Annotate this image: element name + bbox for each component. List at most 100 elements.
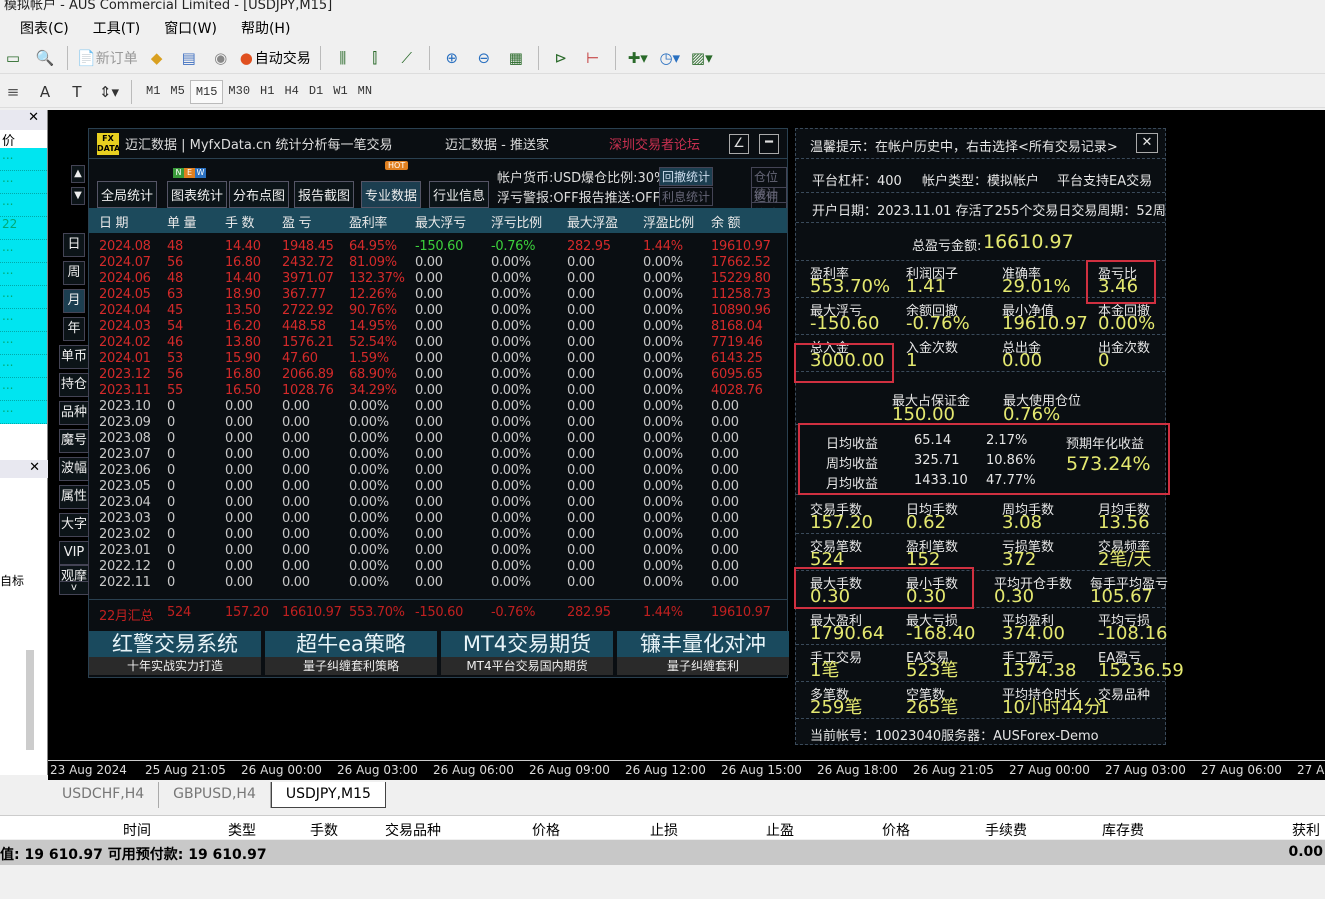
market-watch-row[interactable]: ... xyxy=(0,401,47,424)
column-header[interactable]: 浮亏比例 xyxy=(491,212,542,231)
terminal-column[interactable]: 止损 xyxy=(650,820,678,840)
candlestick-icon[interactable]: ⫿ xyxy=(362,45,388,71)
tab-global[interactable]: 全局统计 xyxy=(97,181,158,208)
column-header[interactable]: 余 额 xyxy=(711,212,741,231)
market-watch-row[interactable]: ... xyxy=(0,332,47,355)
minimize-icon[interactable]: ━ xyxy=(759,134,779,154)
side-button[interactable]: 月 xyxy=(63,289,85,313)
text-icon[interactable]: A xyxy=(32,79,58,105)
timeframe-d1[interactable]: D1 xyxy=(304,80,328,104)
terminal-column[interactable]: 手续费 xyxy=(985,820,1027,840)
side-button[interactable]: 品种 xyxy=(59,401,89,425)
timeframe-h4[interactable]: H4 xyxy=(279,80,303,104)
tab-report[interactable]: 报告截图 xyxy=(294,181,355,208)
side-button[interactable]: 大字 xyxy=(59,513,89,537)
timeframe-mn[interactable]: MN xyxy=(353,80,377,104)
menu-item[interactable]: 帮助(H) xyxy=(241,18,290,38)
tab-chart[interactable]: 图表统计 xyxy=(167,181,228,208)
periods-icon[interactable]: ◷▾ xyxy=(657,45,683,71)
side-button[interactable]: 年 xyxy=(63,317,85,341)
market-watch-row[interactable]: ... xyxy=(0,309,47,332)
close-icon[interactable]: ✕ xyxy=(1136,133,1158,153)
side-button[interactable]: 日 xyxy=(63,233,85,257)
signal-icon[interactable]: ◉ xyxy=(208,45,234,71)
side-button[interactable]: 周 xyxy=(63,261,85,285)
market-watch-row[interactable]: ... xyxy=(0,240,47,263)
timeframe-m30[interactable]: M30 xyxy=(223,80,255,104)
chart-shift-icon[interactable]: ⊳ xyxy=(548,45,574,71)
window-icon[interactable]: ▭ xyxy=(0,45,26,71)
side-button[interactable]: v xyxy=(59,581,89,595)
column-header[interactable]: 最大浮盈 xyxy=(567,212,618,231)
terminal-column[interactable]: 获利 xyxy=(1292,820,1320,840)
tab-industry[interactable]: 行业信息 xyxy=(429,181,490,208)
navigator-icon[interactable]: ◆ xyxy=(144,45,170,71)
close-icon[interactable]: ✕ xyxy=(0,460,48,478)
column-header[interactable]: 单 量 xyxy=(167,212,197,231)
column-header[interactable]: 日 期 xyxy=(99,212,129,231)
terminal-column[interactable]: 时间 xyxy=(123,820,151,840)
side-button[interactable]: 持仓 xyxy=(59,373,89,397)
bar-chart-icon[interactable]: ⫼ xyxy=(330,45,356,71)
market-watch-row[interactable]: ... xyxy=(0,263,47,286)
terminal-column[interactable]: 类型 xyxy=(228,820,256,840)
menu-item[interactable]: 工具(T) xyxy=(93,18,140,38)
menu-item[interactable]: 图表(C) xyxy=(20,18,69,38)
timeframe-w1[interactable]: W1 xyxy=(328,80,352,104)
tile-windows-icon[interactable]: ▦ xyxy=(503,45,529,71)
small-button-2[interactable]: 利息统计 xyxy=(659,187,714,206)
arrows-icon[interactable]: ⇕▾ xyxy=(96,79,122,105)
market-watch-row[interactable]: ... xyxy=(0,148,47,171)
column-header[interactable]: 盈 亏 xyxy=(282,212,312,231)
zoom-in-icon[interactable]: ⊕ xyxy=(439,45,465,71)
small-button-0[interactable]: 回撤统计 xyxy=(659,167,714,186)
column-header[interactable]: 浮盈比例 xyxy=(643,212,694,231)
tab-pro-data[interactable]: 专业数据 xyxy=(361,181,422,208)
timeframe-m1[interactable]: M1 xyxy=(141,80,165,104)
auto-scroll-icon[interactable]: ⊢ xyxy=(580,45,606,71)
forum-link[interactable]: 深圳交易者论坛 xyxy=(609,134,700,153)
column-header[interactable]: 盈利率 xyxy=(349,212,387,231)
ad-banner[interactable]: 超牛ea策略 量子纠缠套利策略 xyxy=(265,631,437,675)
terminal-column[interactable]: 手数 xyxy=(310,820,338,840)
chart-tab[interactable]: USDJPY,M15 xyxy=(270,782,386,808)
new-order-button[interactable]: 📄 新订单 xyxy=(77,45,138,71)
timeframe-h1[interactable]: H1 xyxy=(255,80,279,104)
line-chart-icon[interactable]: ⟋ xyxy=(394,45,420,71)
market-watch-row[interactable]: ... xyxy=(0,378,47,401)
market-watch-row[interactable]: ... xyxy=(0,171,47,194)
side-button[interactable]: 属性 xyxy=(59,485,89,509)
terminal-column[interactable]: 价格 xyxy=(532,820,560,840)
ad-banner[interactable]: 红警交易系统 十年实战实力打造 xyxy=(89,631,261,675)
market-watch-row[interactable]: ... xyxy=(0,355,47,378)
auto-trade-button[interactable]: ● 自动交易 xyxy=(240,45,311,71)
expand-icon[interactable]: ∠ xyxy=(729,134,749,154)
column-header[interactable]: 最大浮亏 xyxy=(415,212,466,231)
scrollbar[interactable] xyxy=(26,650,34,750)
side-button[interactable]: 魔号 xyxy=(59,429,89,453)
terminal-column[interactable]: 交易品种 xyxy=(385,820,441,840)
chart-tab[interactable]: GBPUSD,H4 xyxy=(159,782,271,808)
side-button[interactable]: VIP xyxy=(59,541,89,565)
tab-distribution[interactable]: 分布点图 xyxy=(229,181,290,208)
market-watch-row[interactable]: 22 xyxy=(0,217,47,240)
side-button[interactable]: 波幅 xyxy=(59,457,89,481)
market-watch-row[interactable]: ... xyxy=(0,194,47,217)
scroll-up-icon[interactable]: ▲ xyxy=(71,165,85,183)
market-watch-row[interactable]: ... xyxy=(0,286,47,309)
timeframe-m15[interactable]: M15 xyxy=(189,79,224,104)
text-label-icon[interactable]: T xyxy=(64,79,90,105)
side-button[interactable]: 单币 xyxy=(59,345,89,369)
zoom-window-icon[interactable]: 🔍 xyxy=(32,45,58,71)
close-icon[interactable]: ✕ xyxy=(0,110,47,130)
scroll-down-icon[interactable]: ▼ xyxy=(71,187,85,205)
terminal-icon[interactable]: ▤ xyxy=(176,45,202,71)
terminal-column[interactable]: 价格 xyxy=(882,820,910,840)
fibo-icon[interactable]: ≡ xyxy=(0,79,26,105)
templates-icon[interactable]: ▨▾ xyxy=(689,45,715,71)
zoom-out-icon[interactable]: ⊖ xyxy=(471,45,497,71)
terminal-column[interactable]: 止盈 xyxy=(766,820,794,840)
terminal-column[interactable]: 库存费 xyxy=(1102,820,1144,840)
timeframe-m5[interactable]: M5 xyxy=(165,80,189,104)
column-header[interactable]: 手 数 xyxy=(225,212,255,231)
